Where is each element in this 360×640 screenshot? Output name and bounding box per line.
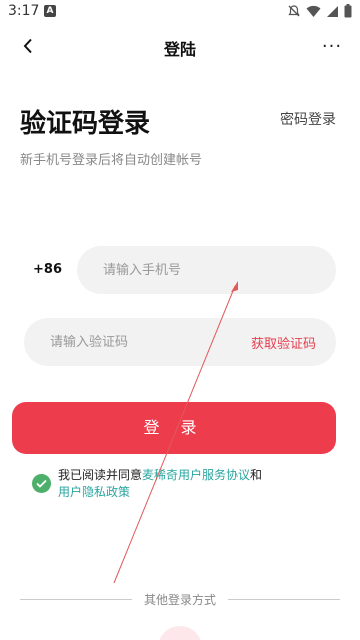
verification-code-field: 获取验证码	[24, 318, 336, 366]
wifi-icon	[306, 5, 321, 17]
divider-right	[228, 599, 340, 600]
password-login-link[interactable]: 密码登录	[280, 109, 336, 129]
notification-icon: A	[44, 5, 56, 17]
agreement-checkbox[interactable]	[32, 474, 51, 493]
verification-code-input[interactable]	[24, 318, 234, 366]
get-code-button[interactable]: 获取验证码	[251, 333, 316, 352]
third-party-login-icon[interactable]	[158, 626, 202, 640]
login-subtitle: 新手机号登录后将自动创建帐号	[20, 153, 203, 168]
agreement-conjunction: 和	[250, 468, 263, 482]
login-button[interactable]: 登 录	[12, 402, 336, 454]
privacy-policy-link[interactable]: 用户隐私政策	[58, 485, 130, 499]
nav-bar: 登陆 ···	[0, 24, 360, 68]
login-heading: 验证码登录	[20, 109, 151, 139]
status-icons	[287, 4, 352, 18]
page-title: 登陆	[163, 40, 196, 59]
more-options-button[interactable]: ···	[318, 32, 346, 60]
checkmark-icon	[36, 479, 47, 488]
status-bar: 3:17 A	[0, 0, 360, 24]
battery-icon	[344, 4, 352, 18]
signal-icon	[327, 5, 338, 17]
agreement-text: 我已阅读并同意麦稀奇用户服务协议和用户隐私政策	[58, 467, 288, 501]
agreement-prefix: 我已阅读并同意	[58, 468, 143, 482]
mute-icon	[288, 5, 300, 17]
status-time: 3:17	[8, 3, 40, 19]
phone-input[interactable]	[77, 246, 336, 294]
service-agreement-link[interactable]: 麦稀奇用户服务协议	[142, 468, 250, 482]
country-code-selector[interactable]: +86	[33, 262, 62, 277]
